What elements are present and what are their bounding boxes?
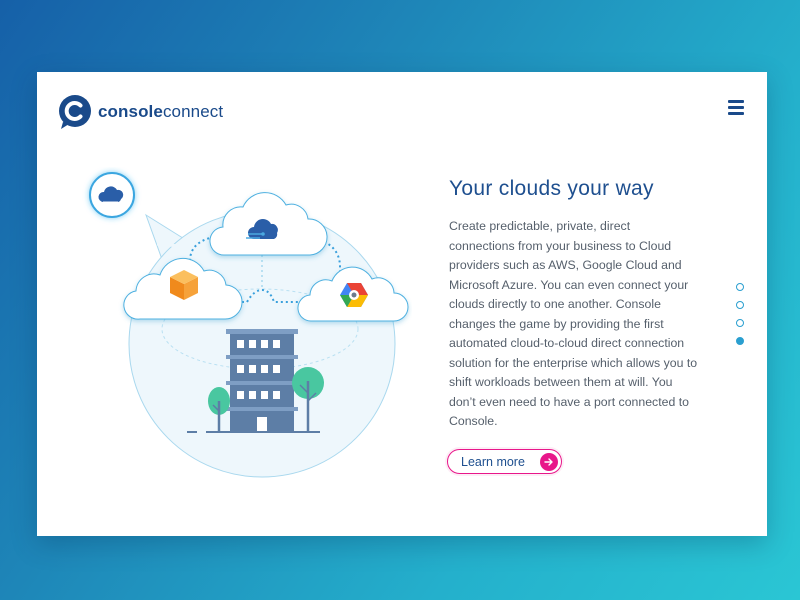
logo-text-light: connect bbox=[162, 102, 224, 121]
logo-text-bold: console bbox=[98, 102, 163, 121]
hamburger-menu-icon[interactable] bbox=[728, 100, 744, 115]
cloud-connection-illustration bbox=[89, 172, 409, 478]
description-text: Create predictable, private, direct conn… bbox=[449, 219, 698, 428]
hero-card: consoleconnect Your clouds your way Crea… bbox=[37, 72, 767, 536]
learn-more-label: Learn more bbox=[461, 454, 525, 469]
pagination-dot-3[interactable] bbox=[736, 319, 744, 327]
console-connect-logo-icon bbox=[59, 95, 91, 129]
pagination-dot-4[interactable] bbox=[736, 337, 744, 345]
pagination-dot-2[interactable] bbox=[736, 301, 744, 309]
logo[interactable]: consoleconnect bbox=[57, 94, 223, 130]
office-building bbox=[226, 329, 298, 432]
arrow-right-icon bbox=[540, 452, 558, 471]
logo-wordmark: consoleconnect bbox=[98, 102, 223, 122]
learn-more-button[interactable]: Learn more bbox=[447, 449, 562, 474]
page-title: Your clouds your way bbox=[449, 177, 654, 200]
pagination-dot-1[interactable] bbox=[736, 283, 744, 291]
slide-pagination bbox=[736, 283, 744, 355]
